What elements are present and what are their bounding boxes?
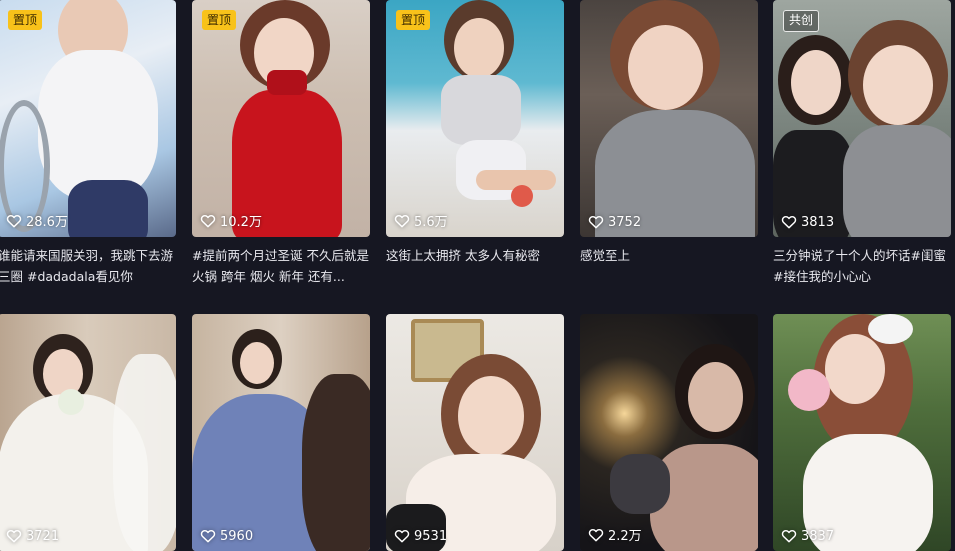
video-grid: 置顶 28.6万 谁能请来国服关羽，我跳下去游三圈 #dadadala看见你 置… [0, 0, 955, 551]
video-thumbnail[interactable]: 5960 [192, 314, 370, 551]
video-card[interactable]: 2.2万 [580, 314, 758, 551]
like-count: 3721 [6, 528, 59, 544]
like-count-value: 3813 [801, 214, 835, 230]
video-caption[interactable]: 这街上太拥挤 太多人有秘密 [386, 245, 564, 266]
video-card[interactable]: 3752 感觉至上 [580, 0, 758, 266]
pinned-badge: 置顶 [202, 10, 237, 30]
video-card[interactable]: 共创 3813 三分钟说了十个人的坏话#闺蜜#接住我的小心心 [773, 0, 951, 287]
video-thumbnail[interactable]: 置顶 5.6万 [386, 0, 564, 237]
video-thumbnail[interactable]: 3752 [580, 0, 758, 237]
heart-outline-icon [394, 214, 410, 227]
heart-outline-icon [781, 529, 797, 543]
heart-outline-icon [588, 528, 604, 541]
video-caption[interactable]: 谁能请来国服关羽，我跳下去游三圈 #dadadala看见你 [0, 245, 176, 287]
video-caption[interactable]: 感觉至上 [580, 245, 758, 266]
heart-outline-icon [6, 214, 22, 227]
like-count: 2.2万 [588, 525, 642, 544]
like-count-value: 5960 [220, 528, 254, 544]
like-count-value: 3837 [801, 528, 835, 544]
video-thumbnail[interactable]: 9531 [386, 314, 564, 551]
like-count: 5960 [200, 528, 253, 544]
video-caption[interactable]: #提前两个月过圣诞 不久后就是火锅 跨年 烟火 新年 还有... [192, 245, 370, 287]
like-count-value: 3721 [26, 528, 60, 544]
heart-outline-icon [588, 215, 604, 229]
video-thumbnail[interactable]: 2.2万 [580, 314, 758, 551]
like-count: 28.6万 [6, 211, 68, 230]
like-count-value: 28.6万 [26, 215, 68, 230]
video-thumbnail[interactable]: 3837 [773, 314, 951, 551]
pinned-badge: 置顶 [8, 10, 43, 30]
like-count: 3813 [781, 214, 834, 230]
like-count: 10.2万 [200, 211, 262, 230]
video-card[interactable]: 5960 [192, 314, 370, 551]
collab-badge: 共创 [783, 10, 820, 32]
like-count: 3837 [781, 528, 834, 544]
heart-outline-icon [394, 529, 410, 543]
video-thumbnail[interactable]: 置顶 10.2万 [192, 0, 370, 237]
video-thumbnail[interactable]: 置顶 28.6万 [0, 0, 176, 237]
video-card[interactable]: 置顶 5.6万 这街上太拥挤 太多人有秘密 [386, 0, 564, 266]
video-caption[interactable]: 三分钟说了十个人的坏话#闺蜜#接住我的小心心 [773, 245, 951, 287]
video-thumbnail[interactable]: 3721 [0, 314, 176, 551]
video-card[interactable]: 3837 [773, 314, 951, 551]
pinned-badge: 置顶 [396, 10, 431, 30]
heart-outline-icon [781, 215, 797, 229]
like-count-value: 2.2万 [608, 529, 642, 544]
video-card[interactable]: 置顶 10.2万 #提前两个月过圣诞 不久后就是火锅 跨年 烟火 新年 还有..… [192, 0, 370, 287]
like-count-value: 5.6万 [414, 215, 448, 230]
heart-outline-icon [200, 529, 216, 543]
like-count-value: 3752 [608, 214, 642, 230]
like-count-value: 9531 [414, 528, 448, 544]
like-count: 5.6万 [394, 211, 448, 230]
like-count-value: 10.2万 [220, 215, 262, 230]
like-count: 9531 [394, 528, 447, 544]
video-card[interactable]: 3721 [0, 314, 176, 551]
like-count: 3752 [588, 214, 641, 230]
video-card[interactable]: 9531 [386, 314, 564, 551]
video-card[interactable]: 置顶 28.6万 谁能请来国服关羽，我跳下去游三圈 #dadadala看见你 [0, 0, 176, 287]
heart-outline-icon [200, 214, 216, 227]
video-thumbnail[interactable]: 共创 3813 [773, 0, 951, 237]
heart-outline-icon [6, 529, 22, 543]
